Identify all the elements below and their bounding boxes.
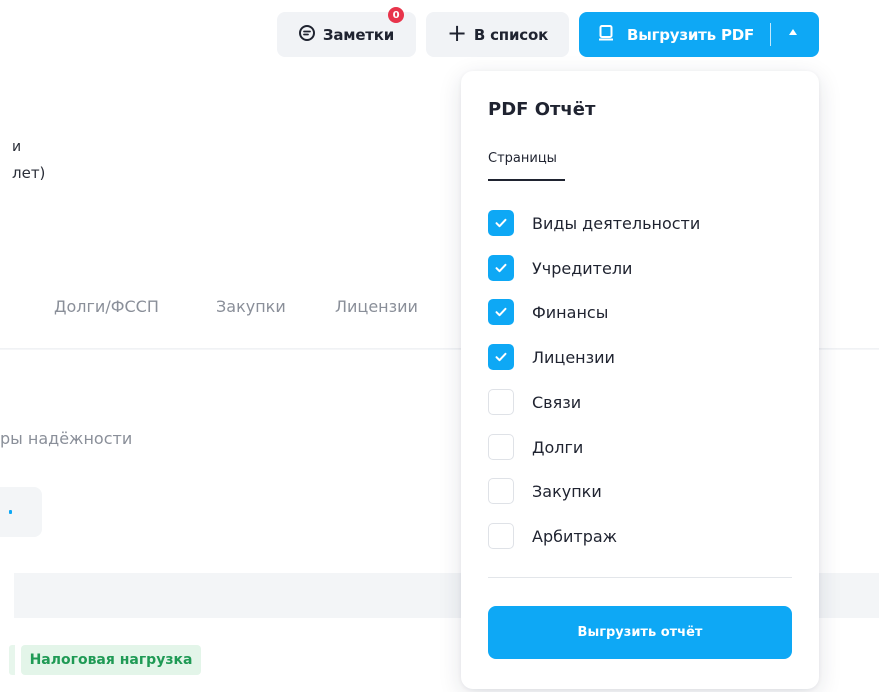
info-card: [0, 487, 42, 537]
pdf-report-panel: PDF Отчёт Страницы Виды деятельности Учре…: [461, 71, 819, 689]
reliability-text: ры надёжности: [0, 429, 133, 448]
export-pdf-label: Выгрузить PDF: [627, 25, 755, 44]
caret-up-icon[interactable]: [789, 29, 797, 35]
background-text-line: и: [12, 139, 22, 155]
page-option[interactable]: Долги: [488, 434, 583, 460]
panel-title: PDF Отчёт: [488, 99, 596, 120]
checkbox-checked[interactable]: [488, 344, 514, 370]
tab-pages[interactable]: Страницы: [488, 151, 557, 166]
tab-purchases[interactable]: Закупки: [216, 297, 286, 316]
add-to-list-label: В список: [473, 25, 549, 44]
tag-fragment: [9, 645, 15, 675]
checkbox-unchecked[interactable]: [488, 434, 514, 460]
export-pdf-button[interactable]: Выгрузить PDF: [579, 12, 819, 57]
page-option-label: Долги: [532, 437, 584, 457]
checkbox-unchecked[interactable]: [488, 523, 514, 549]
page-option[interactable]: Лицензии: [488, 344, 615, 370]
plus-icon: +: [446, 19, 467, 47]
page-option[interactable]: Финансы: [488, 299, 608, 325]
checkmark-icon: [495, 307, 507, 317]
page-option[interactable]: Связи: [488, 389, 581, 415]
background-text-line: лет): [12, 164, 46, 182]
page-option-label: Финансы: [532, 302, 609, 322]
checkbox-checked[interactable]: [488, 255, 514, 281]
checkmark-icon: [495, 352, 507, 362]
checkbox-unchecked[interactable]: [488, 478, 514, 504]
checkbox-unchecked[interactable]: [488, 389, 514, 415]
page-option-label: Закупки: [532, 481, 602, 501]
active-tab-indicator: [488, 179, 565, 181]
tab-debts[interactable]: Долги/ФССП: [54, 297, 159, 316]
panel-divider: [488, 577, 792, 578]
page-option[interactable]: Учредители: [488, 255, 632, 281]
page-option[interactable]: Виды деятельности: [488, 210, 700, 236]
button-divider: [770, 23, 771, 46]
notes-count-badge: 0: [388, 7, 404, 23]
page-option[interactable]: Закупки: [488, 478, 602, 504]
notes-button-label: Заметки: [322, 25, 395, 44]
page-option-label: Арбитраж: [532, 526, 618, 546]
notes-icon: [298, 24, 323, 45]
add-to-list-button[interactable]: + В список: [426, 12, 569, 57]
page-option-label: Лицензии: [532, 347, 615, 367]
tax-burden-tag[interactable]: Налоговая нагрузка: [21, 645, 201, 675]
checkmark-icon: [495, 218, 507, 228]
page-option-label: Виды деятельности: [532, 213, 701, 233]
checkbox-checked[interactable]: [488, 299, 514, 325]
notes-button[interactable]: Заметки 0: [277, 7, 416, 57]
document-icon: [598, 24, 627, 45]
export-report-button[interactable]: Выгрузить отчёт: [488, 606, 792, 659]
checkmark-icon: [495, 263, 507, 273]
page-option[interactable]: Арбитраж: [488, 523, 617, 549]
page-option-label: Связи: [532, 392, 582, 412]
page-option-label: Учредители: [532, 258, 633, 278]
tab-licenses[interactable]: Лицензии: [335, 297, 418, 316]
checkbox-checked[interactable]: [488, 210, 514, 236]
